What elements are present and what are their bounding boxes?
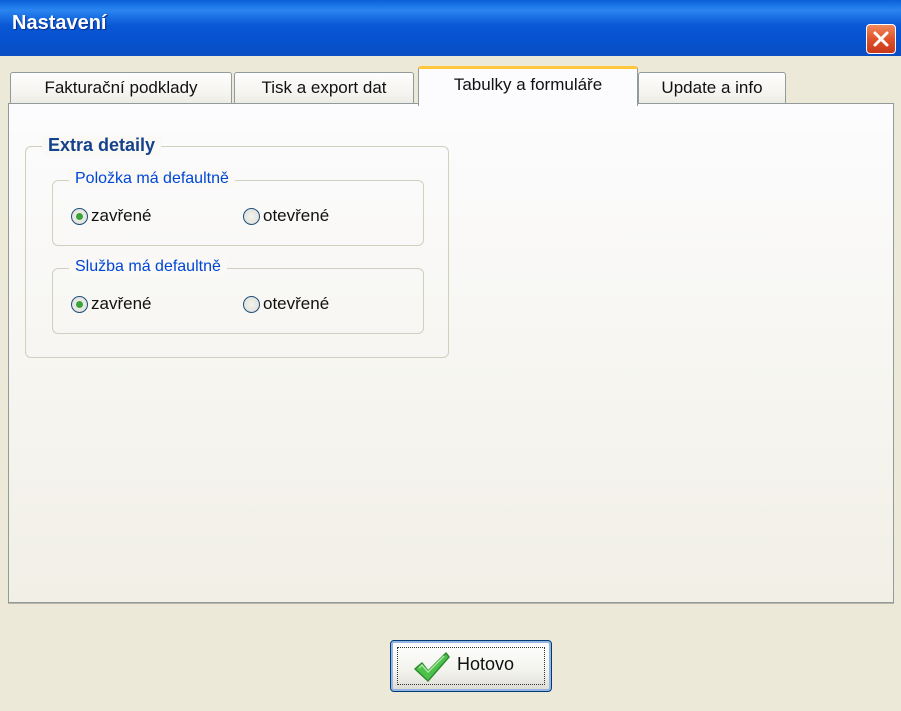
- window-title: Nastavení: [12, 12, 107, 34]
- settings-window: Nastavení Fakturační podklady Tisk a exp…: [0, 0, 901, 711]
- extra-details-legend: Extra detaily: [42, 135, 162, 156]
- close-button[interactable]: [866, 24, 896, 54]
- tab-update-a-info[interactable]: Update a info: [638, 72, 786, 104]
- radio-checked-icon: [71, 207, 88, 225]
- polozka-open-radio[interactable]: otevřené: [243, 204, 329, 228]
- title-bar[interactable]: Nastavení: [0, 0, 901, 56]
- polozka-closed-radio[interactable]: zavřené: [71, 204, 151, 228]
- tab-strip: Fakturační podklady Tisk a export dat Ta…: [8, 66, 894, 106]
- checkmark-icon: [414, 652, 450, 682]
- tab-fakturacni-podklady[interactable]: Fakturační podklady: [10, 72, 232, 104]
- sluzba-open-label: otevřené: [263, 294, 330, 313]
- radio-checked-icon: [71, 295, 88, 313]
- sluzba-legend: Služba má defaultně: [69, 258, 227, 276]
- done-button[interactable]: Hotovo: [390, 640, 552, 692]
- sluzba-open-radio[interactable]: otevřené: [243, 292, 329, 316]
- sluzba-closed-radio[interactable]: zavřené: [71, 292, 151, 316]
- extra-details-group: Extra detaily Položka má defaultně zavře…: [25, 135, 449, 358]
- close-icon: [873, 31, 889, 47]
- polozka-open-label: otevřené: [263, 206, 330, 225]
- sluzba-group: Služba má defaultně zavřené otevřené: [52, 258, 424, 334]
- radio-unchecked-icon: [243, 295, 260, 313]
- sluzba-closed-label: zavřené: [91, 294, 152, 313]
- radio-unchecked-icon: [243, 207, 260, 225]
- polozka-legend: Položka má defaultně: [69, 170, 235, 188]
- polozka-closed-label: zavřené: [91, 206, 152, 225]
- done-button-label: Hotovo: [457, 654, 515, 674]
- tab-tabulky-a-formulare[interactable]: Tabulky a formuláře: [418, 66, 638, 106]
- footer-divider: [8, 603, 894, 604]
- tab-tisk-a-export-dat[interactable]: Tisk a export dat: [234, 72, 414, 104]
- polozka-group: Položka má defaultně zavřené otevřené: [52, 170, 424, 246]
- tab-panel: Extra detaily Položka má defaultně zavře…: [8, 103, 894, 603]
